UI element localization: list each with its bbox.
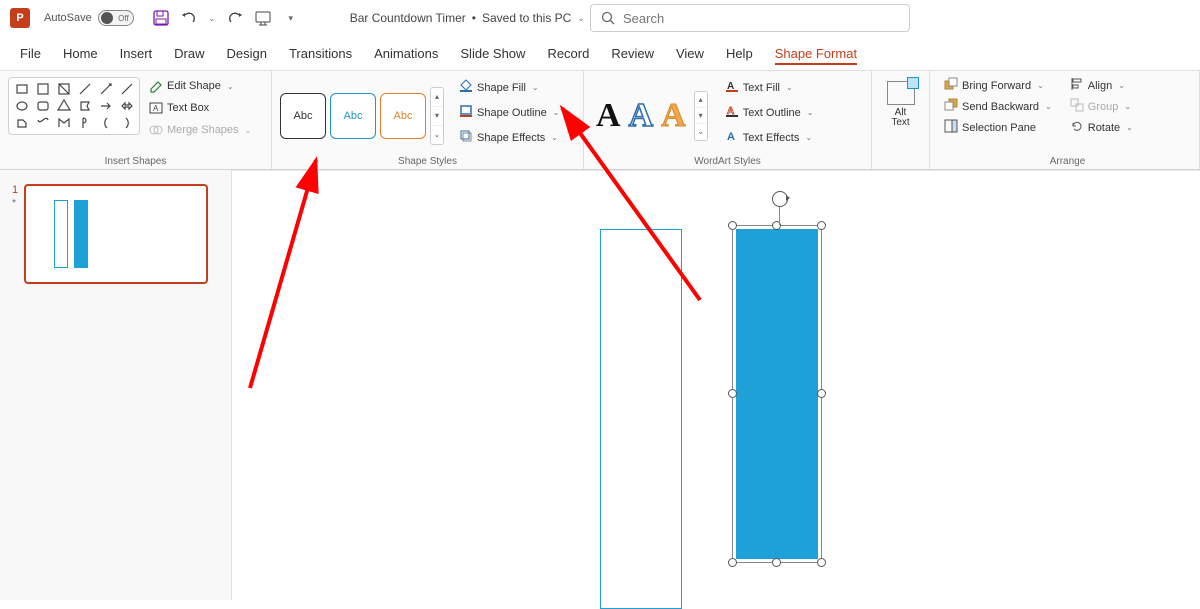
selection-handle[interactable] bbox=[728, 389, 737, 398]
group-shape-styles: Abc Abc Abc ▴▾⌄ Shape Fill⌄ Shape Outlin… bbox=[272, 71, 584, 169]
group-label-shape-styles: Shape Styles bbox=[280, 154, 575, 167]
group-label-wordart: WordArt Styles bbox=[592, 154, 863, 167]
undo-icon[interactable] bbox=[180, 9, 198, 27]
group-wordart-styles: A A A ▴▾⌄ AText Fill⌄ AText Outline⌄ ATe… bbox=[584, 71, 872, 169]
start-from-beginning-icon[interactable] bbox=[254, 9, 272, 27]
undo-dropdown-icon[interactable]: ⌄ bbox=[208, 9, 216, 27]
shape-style-preset-2[interactable]: Abc bbox=[330, 93, 376, 139]
text-outline-button[interactable]: AText Outline⌄ bbox=[722, 102, 817, 123]
search-input[interactable] bbox=[590, 4, 910, 32]
autosave-toggle[interactable]: AutoSave Off bbox=[44, 10, 138, 26]
tab-review[interactable]: Review bbox=[611, 42, 654, 65]
ribbon-tabs: File Home Insert Draw Design Transitions… bbox=[0, 36, 1200, 70]
shape-effects-button[interactable]: Shape Effects⌄ bbox=[456, 127, 562, 148]
powerpoint-logo-icon: P bbox=[10, 8, 30, 28]
alt-text-icon bbox=[887, 81, 915, 105]
merge-shapes-button: Merge Shapes⌄ bbox=[146, 121, 254, 139]
style-gallery-scroll[interactable]: ▴▾⌄ bbox=[430, 87, 444, 145]
tab-draw[interactable]: Draw bbox=[174, 42, 204, 65]
slide-number: 1 bbox=[12, 184, 18, 196]
redo-icon[interactable] bbox=[226, 9, 244, 27]
group-arrange: Bring Forward⌄ Send Backward⌄ Selection … bbox=[930, 71, 1200, 169]
bring-forward-icon bbox=[944, 77, 958, 94]
selection-handle[interactable] bbox=[817, 221, 826, 230]
save-icon[interactable] bbox=[152, 9, 170, 27]
tab-record[interactable]: Record bbox=[547, 42, 589, 65]
shape-fill-icon bbox=[459, 79, 473, 96]
search-icon bbox=[601, 11, 615, 25]
text-outline-icon: A bbox=[725, 104, 739, 121]
text-box-button[interactable]: A Text Box bbox=[146, 99, 254, 117]
wordart-preset-1[interactable]: A bbox=[596, 97, 621, 135]
shape-style-preset-3[interactable]: Abc bbox=[380, 93, 426, 139]
wordart-preset-3[interactable]: A bbox=[661, 97, 686, 135]
send-backward-button[interactable]: Send Backward⌄ bbox=[944, 98, 1052, 115]
send-backward-icon bbox=[944, 98, 958, 115]
svg-text:A: A bbox=[153, 104, 159, 113]
edit-shape-button[interactable]: Edit Shape⌄ bbox=[146, 77, 254, 95]
tab-slideshow[interactable]: Slide Show bbox=[460, 42, 525, 65]
selection-handle[interactable] bbox=[728, 558, 737, 567]
tab-file[interactable]: File bbox=[20, 42, 41, 65]
svg-text:A: A bbox=[727, 131, 735, 143]
rotate-stem bbox=[779, 207, 780, 225]
document-title[interactable]: Bar Countdown Timer • Saved to this PC ⌄ bbox=[350, 11, 585, 25]
title-bar: P AutoSave Off ⌄ ▾ Bar Countdown Timer •… bbox=[0, 0, 1200, 36]
slide-thumbnail-1[interactable] bbox=[24, 184, 208, 284]
wordart-gallery-scroll[interactable]: ▴▾⌄ bbox=[694, 91, 708, 141]
ribbon: Edit Shape⌄ A Text Box Merge Shapes⌄ Ins… bbox=[0, 70, 1200, 170]
selection-border bbox=[732, 225, 822, 563]
bring-forward-button[interactable]: Bring Forward⌄ bbox=[944, 77, 1052, 94]
text-effects-icon: A bbox=[725, 129, 739, 146]
selection-pane-icon bbox=[944, 119, 958, 136]
group-alt-text: Alt Text Accessibility bbox=[872, 71, 930, 169]
alt-text-button[interactable]: Alt Text bbox=[882, 81, 920, 128]
edit-shape-icon bbox=[149, 79, 163, 93]
align-button[interactable]: Align⌄ bbox=[1070, 77, 1133, 94]
group-insert-shapes: Edit Shape⌄ A Text Box Merge Shapes⌄ Ins… bbox=[0, 71, 272, 169]
text-fill-button[interactable]: AText Fill⌄ bbox=[722, 77, 817, 98]
shape-outline-button[interactable]: Shape Outline⌄ bbox=[456, 102, 562, 123]
rotate-button[interactable]: Rotate⌄ bbox=[1070, 119, 1133, 136]
group-label-insert-shapes: Insert Shapes bbox=[8, 154, 263, 167]
tab-design[interactable]: Design bbox=[227, 42, 267, 65]
tab-help[interactable]: Help bbox=[726, 42, 753, 65]
merge-shapes-icon bbox=[149, 123, 163, 137]
rotate-handle[interactable] bbox=[772, 191, 788, 207]
group-label-arrange: Arrange bbox=[944, 154, 1191, 167]
shape-effects-icon bbox=[459, 129, 473, 146]
wordart-gallery[interactable]: A A A ▴▾⌄ bbox=[592, 77, 712, 154]
text-effects-button[interactable]: AText Effects⌄ bbox=[722, 127, 817, 148]
rotate-icon bbox=[1070, 119, 1084, 136]
tab-transitions[interactable]: Transitions bbox=[289, 42, 352, 65]
wordart-preset-2[interactable]: A bbox=[629, 97, 654, 135]
slide-thumbnail-panel[interactable]: 1 * bbox=[0, 170, 232, 600]
selection-handle[interactable] bbox=[817, 558, 826, 567]
shape-style-gallery[interactable]: Abc Abc Abc ▴▾⌄ bbox=[280, 77, 444, 154]
rectangle-shape-outline[interactable] bbox=[600, 229, 682, 609]
shape-style-preset-1[interactable]: Abc bbox=[280, 93, 326, 139]
animation-indicator-icon: * bbox=[12, 198, 18, 209]
tab-shape-format[interactable]: Shape Format bbox=[775, 42, 857, 65]
slide-canvas[interactable] bbox=[232, 170, 1200, 600]
qat-overflow-icon[interactable]: ▾ bbox=[282, 9, 300, 27]
text-box-icon: A bbox=[149, 101, 163, 115]
shape-outline-icon bbox=[459, 104, 473, 121]
selection-pane-button[interactable]: Selection Pane bbox=[944, 119, 1052, 136]
tab-view[interactable]: View bbox=[676, 42, 704, 65]
tab-insert[interactable]: Insert bbox=[120, 42, 153, 65]
selection-handle[interactable] bbox=[817, 389, 826, 398]
text-fill-icon: A bbox=[725, 79, 739, 96]
work-area: 1 * bbox=[0, 170, 1200, 600]
selection-handle[interactable] bbox=[772, 558, 781, 567]
shape-fill-button[interactable]: Shape Fill⌄ bbox=[456, 77, 562, 98]
selection-handle[interactable] bbox=[728, 221, 737, 230]
group-icon bbox=[1070, 98, 1084, 115]
tab-animations[interactable]: Animations bbox=[374, 42, 438, 65]
shape-gallery[interactable] bbox=[8, 77, 140, 135]
align-icon bbox=[1070, 77, 1084, 94]
tab-home[interactable]: Home bbox=[63, 42, 98, 65]
group-button: Group⌄ bbox=[1070, 98, 1133, 115]
